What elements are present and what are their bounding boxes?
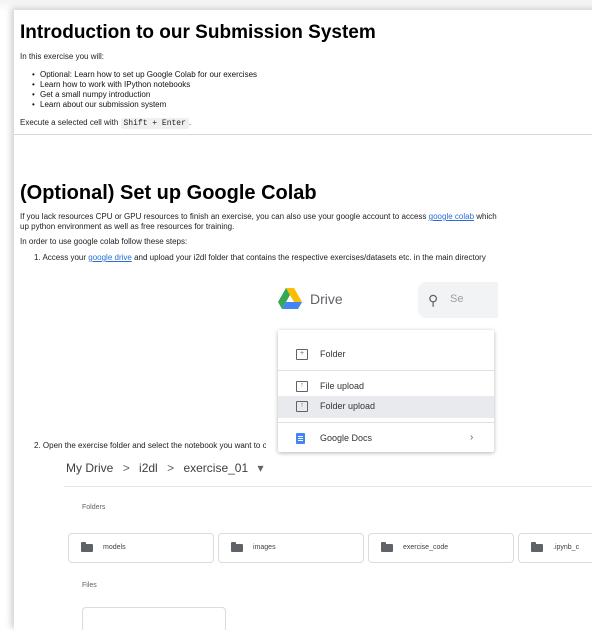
execute-prefix: Execute a selected cell with xyxy=(20,118,121,127)
file-card[interactable] xyxy=(82,607,226,630)
colab-para-text-end: which xyxy=(474,212,497,221)
files-label: Files xyxy=(82,582,97,589)
search-placeholder: Se xyxy=(450,293,464,305)
search-icon: ⚲ xyxy=(428,292,439,308)
folder-card-exercise-code[interactable]: exercise_code xyxy=(368,533,514,563)
folder-name: models xyxy=(103,544,126,551)
intro-lead: In this exercise you will: xyxy=(20,52,105,61)
list-item: Learn about our submission system xyxy=(32,100,257,110)
execute-suffix: . xyxy=(188,118,192,127)
list-item: Optional: Learn how to set up Google Col… xyxy=(32,70,257,80)
colab-paragraph-line2: up python environment as well as free re… xyxy=(20,222,235,231)
folder-icon xyxy=(381,542,393,552)
file-upload-icon: ↑ xyxy=(296,381,308,392)
drive-title: Drive xyxy=(310,291,343,307)
folder-icon xyxy=(81,542,93,552)
breadcrumb-separator: > xyxy=(167,461,175,475)
shortcut-code: Shift + Enter xyxy=(120,118,189,129)
menu-divider xyxy=(278,370,494,371)
drive-search-box[interactable]: ⚲ Se xyxy=(418,282,498,318)
folder-card-models[interactable]: models xyxy=(68,533,214,563)
menu-item-label: Google Docs xyxy=(320,433,373,443)
steps-lead: In order to use google colab follow thes… xyxy=(20,237,188,246)
new-item-menu: + Folder ↑ File upload ↑ Folder upload G… xyxy=(278,330,494,452)
menu-divider xyxy=(278,422,494,423)
google-docs-icon xyxy=(296,433,305,444)
colab-para-text: If you lack resources CPU or GPU resourc… xyxy=(20,212,429,221)
execute-instruction: Execute a selected cell with Shift + Ent… xyxy=(20,118,191,129)
menu-item-folder[interactable]: + Folder xyxy=(278,344,494,366)
folder-card-ipynb-checkpoints[interactable]: .ipynb_c xyxy=(518,533,592,563)
step-1-text: 1. Access your xyxy=(34,253,89,262)
folder-name: images xyxy=(253,544,276,551)
notebook-frame: Introduction to our Submission System In… xyxy=(14,10,592,630)
breadcrumb-item[interactable]: exercise_01 xyxy=(183,461,248,475)
colab-paragraph-line1: If you lack resources CPU or GPU resourc… xyxy=(20,212,497,222)
menu-item-label: Folder xyxy=(320,349,346,359)
intro-heading: Introduction to our Submission System xyxy=(20,22,376,43)
breadcrumb: My Drive > i2dl > exercise_01 ▾ xyxy=(66,461,270,475)
drive-header: Drive ⚲ Se xyxy=(266,280,498,318)
step-1: 1. Access your google drive and upload y… xyxy=(34,253,486,263)
list-item: Get a small numpy introduction xyxy=(32,90,257,100)
folders-label: Folders xyxy=(82,504,106,511)
breadcrumb-item[interactable]: My Drive xyxy=(66,461,113,475)
folder-name: .ipynb_c xyxy=(553,544,580,551)
menu-item-folder-upload[interactable]: ↑ Folder upload xyxy=(278,396,494,418)
folder-name: exercise_code xyxy=(403,544,449,551)
colab-heading: (Optional) Set up Google Colab xyxy=(20,182,317,204)
breadcrumb-separator: > xyxy=(122,461,130,475)
page: Introduction to our Submission System In… xyxy=(0,0,592,630)
folder-upload-icon: ↑ xyxy=(296,401,308,412)
chevron-down-icon[interactable]: ▾ xyxy=(258,461,264,475)
breadcrumb-item[interactable]: i2dl xyxy=(139,461,158,475)
menu-item-label: Folder upload xyxy=(320,401,376,411)
intro-bullet-list: Optional: Learn how to set up Google Col… xyxy=(32,70,257,110)
menu-item-file-upload[interactable]: ↑ File upload xyxy=(278,376,494,398)
google-drive-link[interactable]: google drive xyxy=(88,253,132,262)
markdown-cell-intro[interactable]: Introduction to our Submission System In… xyxy=(14,10,592,135)
folder-icon xyxy=(531,542,543,552)
drive-logo-icon xyxy=(278,288,302,309)
folder-card-images[interactable]: images xyxy=(218,533,364,563)
chevron-right-icon: › xyxy=(470,432,474,443)
new-folder-icon: + xyxy=(296,349,308,360)
list-item: Learn how to work with IPython notebooks xyxy=(32,80,257,90)
step-1-text-end: and upload your i2dl folder that contain… xyxy=(131,253,486,262)
drive-new-menu-screenshot: Drive ⚲ Se + Folder ↑ File upload ↑ Fold… xyxy=(266,280,498,452)
google-colab-link[interactable]: google colab xyxy=(429,212,474,221)
folder-icon xyxy=(231,542,243,552)
menu-item-google-docs[interactable]: Google Docs › xyxy=(278,428,494,450)
menu-item-label: File upload xyxy=(320,381,365,391)
drive-files-view: Folders models images exercise_code .ipy… xyxy=(64,486,592,630)
